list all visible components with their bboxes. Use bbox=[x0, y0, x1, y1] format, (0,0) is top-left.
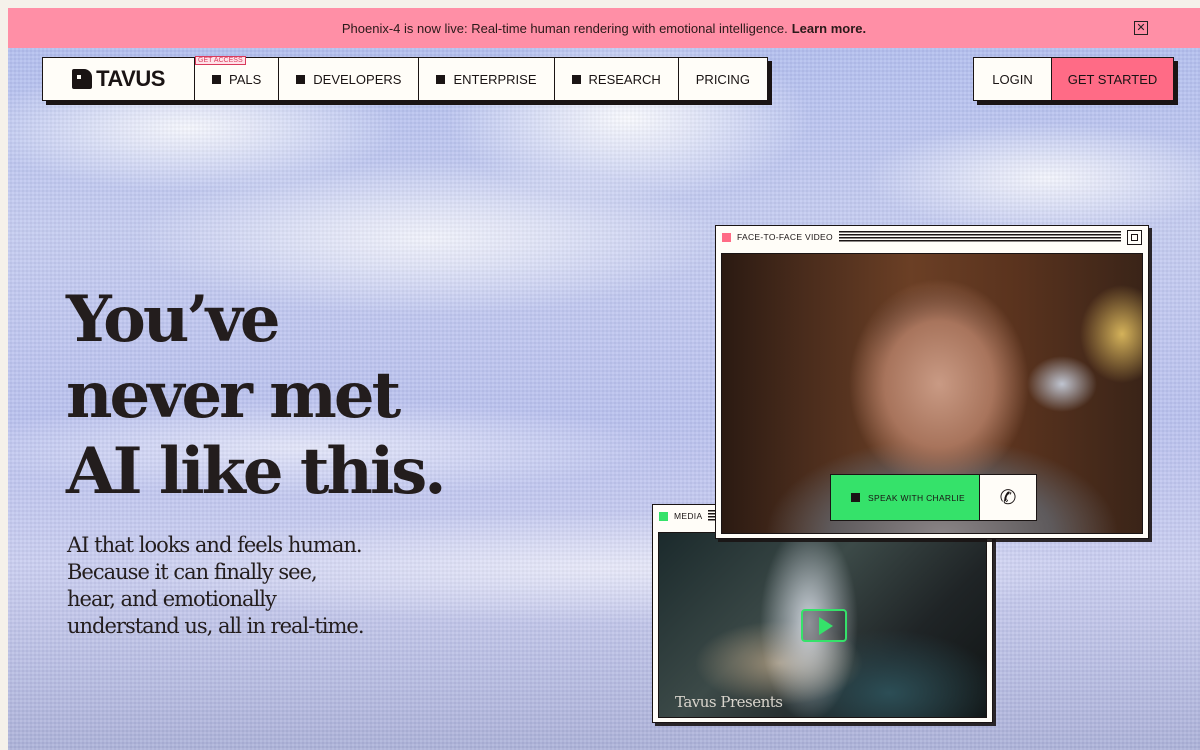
media-caption: Tavus Presents bbox=[675, 693, 783, 711]
banner-text: Phoenix-4 is now live: Real-time human r… bbox=[341, 20, 788, 36]
square-icon bbox=[851, 493, 860, 502]
get-started-button[interactable]: GET STARTED bbox=[1052, 58, 1173, 100]
hero-title-line: You’ve bbox=[66, 282, 281, 357]
nav-item-label: PRICING bbox=[695, 71, 750, 87]
square-icon bbox=[436, 74, 446, 84]
close-icon[interactable]: ✕ bbox=[1134, 21, 1148, 35]
status-dot-icon bbox=[722, 232, 731, 242]
speak-controls: SPEAK WITH CHARLIE ✆ bbox=[830, 474, 1037, 521]
nav-item-pals[interactable]: GET ACCESS PALS bbox=[195, 56, 280, 100]
hero-title: You’ve never met AI like this. bbox=[66, 282, 486, 510]
titlebar-stripes bbox=[838, 231, 1121, 243]
banner-learn-more-link[interactable]: Learn more. bbox=[792, 21, 866, 36]
speak-button-label: SPEAK WITH CHARLIE bbox=[868, 492, 966, 503]
nav-item-research[interactable]: RESEARCH bbox=[555, 58, 679, 100]
nav-item-label: RESEARCH bbox=[588, 71, 661, 87]
hero-title-line: never met bbox=[66, 358, 401, 433]
tavus-logo[interactable]: TAVUS bbox=[43, 58, 195, 100]
video-window-titlebar: FACE-TO-FACE VIDEO bbox=[716, 226, 1148, 248]
face-to-face-window: FACE-TO-FACE VIDEO SPEAK WITH CHARLIE ✆ bbox=[715, 225, 1149, 539]
square-icon bbox=[571, 74, 581, 84]
login-button[interactable]: LOGIN bbox=[974, 58, 1052, 100]
nav-item-label: ENTERPRISE bbox=[453, 71, 537, 87]
logo-mark-icon bbox=[72, 69, 93, 89]
announcement-banner: Phoenix-4 is now live: Real-time human r… bbox=[8, 8, 1200, 48]
phone-icon[interactable]: ✆ bbox=[979, 475, 1036, 520]
media-window-title: MEDIA bbox=[674, 511, 703, 521]
main-nav: TAVUS GET ACCESS PALS DEVELOPERS ENTERPR… bbox=[42, 56, 768, 101]
video-feed: SPEAK WITH CHARLIE ✆ bbox=[721, 253, 1143, 534]
media-player[interactable]: Tavus Presents bbox=[658, 532, 987, 718]
get-access-badge: GET ACCESS bbox=[195, 56, 246, 65]
speak-with-charlie-button[interactable]: SPEAK WITH CHARLIE bbox=[831, 475, 979, 520]
play-icon[interactable] bbox=[801, 609, 847, 642]
nav-item-developers[interactable]: DEVELOPERS bbox=[279, 58, 420, 100]
nav-item-label: DEVELOPERS bbox=[313, 71, 402, 87]
nav-item-pricing[interactable]: PRICING bbox=[679, 58, 767, 100]
video-window-title: FACE-TO-FACE VIDEO bbox=[737, 232, 833, 242]
nav-item-label: PALS bbox=[229, 71, 262, 87]
nav-item-enterprise[interactable]: ENTERPRISE bbox=[419, 58, 555, 100]
maximize-icon[interactable] bbox=[1127, 229, 1142, 245]
hero-title-line: AI like this. bbox=[66, 434, 447, 509]
status-dot-icon bbox=[659, 511, 668, 521]
hero-subtitle: AI that looks and feels human. Because i… bbox=[67, 533, 365, 638]
square-icon bbox=[296, 74, 306, 84]
auth-nav: LOGIN GET STARTED bbox=[973, 57, 1174, 101]
logo-text: TAVUS bbox=[96, 66, 165, 91]
square-icon bbox=[212, 74, 221, 84]
